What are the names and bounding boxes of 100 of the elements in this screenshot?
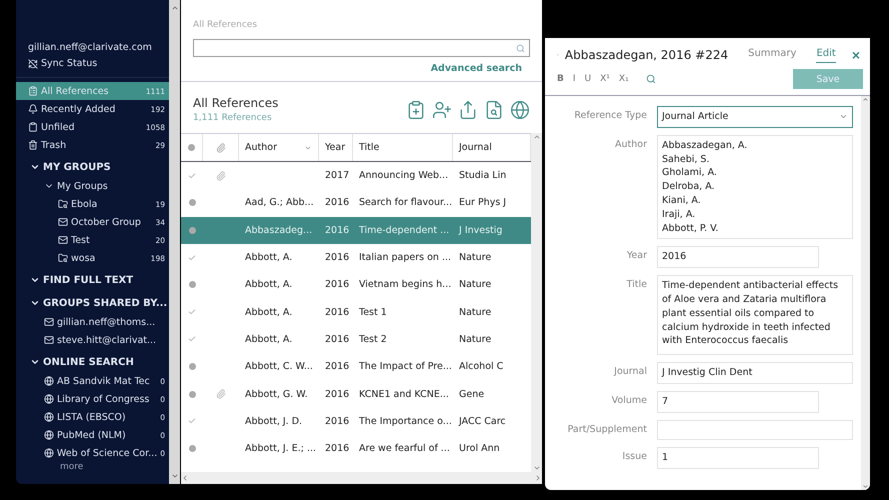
input-field[interactable]: 7 (657, 390, 819, 413)
table-cell-text: Test 1 (358, 306, 388, 318)
scroll-right-icon[interactable] (534, 474, 542, 482)
table-cell-text: Time-dependent ... (358, 224, 450, 236)
section-header[interactable]: GROUPS SHARED BY... (16, 293, 169, 313)
table-cell-text: Search for flavour... (358, 197, 453, 208)
scroll-left-icon[interactable] (181, 474, 189, 482)
input-field[interactable]: 1 (657, 446, 819, 469)
scroll-up-icon[interactable] (532, 133, 540, 141)
close-button[interactable]: × (842, 46, 860, 62)
section-header[interactable]: FIND FULL TEXT (16, 270, 169, 290)
advanced-search-link[interactable]: Advanced search (430, 63, 522, 74)
table-cell-text: Italian papers on ... (358, 252, 452, 264)
search-icon (516, 44, 525, 52)
trash-icon (28, 140, 38, 150)
field-label: Year (626, 249, 648, 262)
table-cell-text: KCNE1 and KCNE... (358, 388, 450, 400)
table-cell-text: Abbott, A. (244, 306, 294, 318)
table-cell-text: Abbott, J. D. (244, 416, 304, 427)
section-header[interactable]: MY GROUPS (16, 157, 169, 177)
search-icon[interactable] (646, 74, 656, 84)
table-cell-text: 2016 (324, 388, 350, 400)
text-area[interactable]: Time-dependent antibacterial effects of Aloe vera and Zataria multiflora plant essential oils compared to calcium hydroxide in teeth infected with Enterococcus faecalis (657, 275, 853, 356)
table-cell-text: Gene (458, 388, 486, 400)
search-field[interactable] (193, 39, 530, 57)
reference-type-select[interactable]: Journal Article (657, 106, 853, 128)
table-cell-text: 2016 (324, 416, 350, 427)
account-email: gillian.neff@clarivate.com (28, 42, 153, 53)
table-cell-text: JACC Carc (458, 416, 507, 427)
table-cell-text: Studia Lin (458, 170, 508, 182)
read-status-icon (188, 144, 195, 151)
table-cell-text: Test 2 (358, 334, 388, 345)
table-cell-text: Urol Ann (458, 443, 501, 454)
scrollbar[interactable] (169, 0, 180, 484)
table-cell-text: Abbott, G. W. (244, 388, 309, 400)
table-cell-text: 2016 (324, 334, 350, 345)
input-field[interactable]: J Investig Clin Dent (657, 362, 853, 384)
scroll-up-icon[interactable] (862, 96, 869, 103)
author-field[interactable]: Abbaszadegan, A. Sahebi, S. Gholami, A. Delroba, A. Kiani, A. Iraji, A. Abbott, P. V. (657, 134, 853, 240)
table-cell-text: The Importance o... (358, 416, 453, 427)
scrollbar[interactable] (531, 133, 542, 472)
format-button[interactable]: X₁ (618, 74, 629, 84)
sidebar-item[interactable]: gillian.neff@thoms... (16, 313, 169, 331)
folder-search-icon (58, 253, 68, 263)
table-cell-text: Vietnam begins h... (358, 279, 452, 290)
envelope-icon (44, 317, 54, 327)
tab[interactable]: Edit (816, 46, 836, 63)
table-cell-text: J Investig (458, 224, 504, 236)
globe-icon (44, 412, 54, 422)
input-field[interactable]: 2016 (657, 246, 819, 268)
column-header[interactable]: Year (319, 134, 353, 161)
table-cell-text: Eur Phys J (458, 197, 508, 208)
field-label: Author (614, 138, 648, 150)
column-header[interactable]: Author (239, 134, 319, 161)
file-search-icon[interactable] (484, 100, 504, 120)
table-cell-text: Abbott, A. (244, 334, 294, 345)
scroll-down-icon[interactable] (862, 483, 869, 490)
column-header[interactable]: Title (353, 134, 453, 161)
table-cell-text: 2016 (324, 197, 350, 208)
horizontal-scrollbar[interactable] (181, 472, 542, 484)
table-cell-text: 2016 (324, 443, 350, 454)
field-label: Volume (610, 394, 648, 406)
sidebar-item[interactable]: My Groups (16, 177, 169, 195)
sidebar-item[interactable]: steve.hitt@clarivat... (16, 331, 169, 349)
table-cell-text: The Impact of Pre... (358, 361, 453, 372)
field-label: Title (626, 278, 648, 290)
more-link[interactable]: more (16, 462, 169, 472)
globe-icon (44, 394, 54, 404)
envelope-icon (58, 217, 68, 227)
sync-status-link[interactable]: Sync Status (41, 58, 98, 69)
table-cell-text: Nature (458, 279, 492, 290)
share-icon[interactable] (458, 100, 478, 120)
reference-count: 1,111 References (193, 113, 273, 123)
scrollbar[interactable] (861, 96, 870, 490)
field-label: Journal (612, 365, 648, 378)
field-label: Part/Supplement (566, 422, 648, 435)
format-button[interactable]: U (584, 74, 592, 84)
table-cell-text: Alcohol C (458, 361, 504, 372)
envelope-icon (44, 335, 54, 345)
reference-row[interactable]: Abbaszadeg... 2016 Time-dependent ... J Investig (181, 216, 531, 244)
table-cell-text: 2016 (324, 224, 350, 236)
format-button[interactable]: X¹ (600, 74, 610, 84)
clipboard-plus-icon[interactable] (406, 100, 426, 120)
input-field[interactable] (657, 420, 853, 440)
paperclip-icon (216, 142, 226, 152)
format-button[interactable]: B (557, 74, 564, 84)
tab[interactable]: Summary (748, 46, 796, 63)
format-button[interactable]: I (572, 74, 576, 84)
user-plus-icon[interactable] (432, 100, 452, 120)
globe-icon (44, 448, 54, 458)
scroll-up-icon[interactable] (170, 4, 178, 12)
globe-icon (44, 376, 54, 386)
breadcrumb: All References (192, 19, 258, 32)
table-cell-text: Nature (458, 252, 492, 264)
section-header[interactable]: ONLINE SEARCH (16, 352, 169, 372)
folder-search-icon (58, 199, 68, 209)
field-label: Reference Type (573, 109, 648, 121)
globe-icon[interactable] (510, 100, 530, 120)
table-cell-text: Abbott, J. E.; ... (244, 443, 318, 454)
table-cell-text: Announcing Web... (358, 170, 450, 182)
